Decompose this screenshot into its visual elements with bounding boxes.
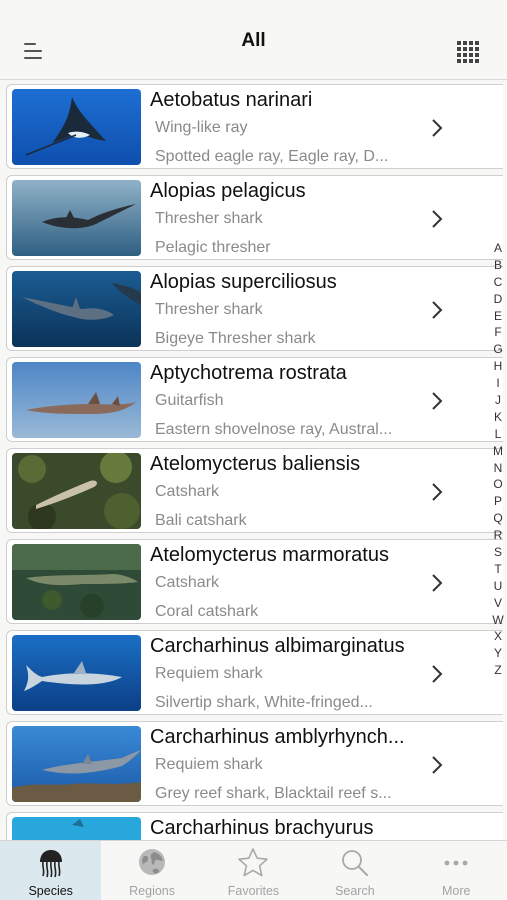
index-letter[interactable]: K [494, 409, 502, 426]
more-dots-icon [444, 860, 468, 866]
bronze-whaler-photo [12, 817, 141, 840]
tab-species[interactable]: Species [0, 841, 102, 900]
common-names: Bali catshark [155, 512, 247, 529]
family-name: Catshark [155, 574, 220, 591]
index-letter[interactable]: R [494, 527, 503, 544]
scientific-name: Carcharhinus brachyurus [150, 817, 374, 839]
common-names: Silvertip shark, White-fringed... [155, 694, 373, 711]
species-row[interactable]: Atelomycterus marmoratus Catshark Coral … [6, 539, 503, 624]
chevron-right-icon [432, 756, 443, 774]
family-name: Catshark [155, 483, 220, 500]
index-letter[interactable]: U [494, 578, 503, 595]
index-letter[interactable]: H [494, 358, 503, 375]
scientific-name: Aptychotrema rostrata [150, 362, 347, 384]
index-letter[interactable]: X [494, 628, 502, 645]
index-letter[interactable]: A [494, 240, 502, 257]
family-name: Guitarfish [155, 392, 224, 409]
chevron-right-icon [432, 210, 443, 228]
index-letter[interactable]: Z [494, 662, 501, 679]
tab-favorites[interactable]: Favorites [203, 841, 304, 900]
tab-more[interactable]: More [406, 841, 507, 900]
bali-catshark-photo [12, 453, 141, 529]
common-names: Grey reef shark, Blacktail reef s... [155, 785, 392, 802]
globe-icon [139, 849, 166, 875]
pelagic-thresher-photo [12, 180, 141, 256]
bigeye-thresher-photo [12, 271, 141, 347]
index-letter[interactable]: O [493, 476, 502, 493]
page-title: All [241, 30, 266, 51]
grid-view-icon[interactable] [457, 41, 481, 65]
index-letter[interactable]: V [494, 595, 502, 612]
nav-header: All [0, 0, 507, 80]
chevron-right-icon [432, 119, 443, 137]
scientific-name: Atelomycterus marmoratus [150, 544, 389, 566]
family-name: Thresher shark [155, 301, 263, 318]
species-row[interactable]: Alopias pelagicus Thresher shark Pelagic… [6, 175, 503, 260]
chevron-right-icon [432, 483, 443, 501]
alphabet-index[interactable]: A B C D E F G H I J K L M N O P Q R S T … [490, 240, 506, 679]
chevron-right-icon [432, 392, 443, 410]
grey-reef-shark-photo [12, 726, 141, 802]
tab-regions[interactable]: Regions [101, 841, 202, 900]
index-letter[interactable]: W [492, 612, 503, 629]
scientific-name: Alopias superciliosus [150, 271, 337, 293]
scientific-name: Carcharhinus amblyrhynch... [150, 726, 405, 748]
star-icon [238, 848, 269, 877]
search-icon [341, 850, 368, 876]
index-letter[interactable]: B [494, 257, 502, 274]
family-name: Requiem shark [155, 665, 263, 682]
family-name: Requiem shark [155, 756, 263, 773]
tab-label: Regions [129, 884, 176, 898]
tab-label: Favorites [227, 884, 280, 898]
family-name: Wing-like ray [155, 119, 248, 136]
species-row[interactable]: Carcharhinus albimarginatus Requiem shar… [6, 630, 503, 715]
scientific-name: Atelomycterus baliensis [150, 453, 361, 475]
eagle-ray-photo [12, 89, 141, 165]
chevron-right-icon [432, 301, 443, 319]
index-letter[interactable]: I [496, 375, 499, 392]
index-letter[interactable]: S [494, 544, 502, 561]
tab-search[interactable]: Search [304, 841, 405, 900]
index-letter[interactable]: J [495, 392, 501, 409]
index-letter[interactable]: Q [493, 510, 502, 527]
coral-catshark-photo [12, 544, 141, 620]
common-names: Bigeye Thresher shark [155, 330, 316, 347]
index-letter[interactable]: C [494, 274, 503, 291]
chevron-right-icon [432, 574, 443, 592]
jellyfish-icon [39, 850, 62, 878]
species-row[interactable]: Alopias superciliosus Thresher shark Big… [6, 266, 503, 351]
silvertip-shark-photo [12, 635, 141, 711]
common-names: Pelagic thresher [155, 239, 271, 256]
index-letter[interactable]: L [495, 426, 502, 443]
scientific-name: Alopias pelagicus [150, 180, 306, 202]
chevron-right-icon [432, 665, 443, 683]
species-row[interactable]: Aptychotrema rostrata Guitarfish Eastern… [6, 357, 503, 442]
common-names: Spotted eagle ray, Eagle ray, D... [155, 148, 389, 165]
index-letter[interactable]: M [493, 443, 503, 460]
index-letter[interactable]: P [494, 493, 502, 510]
common-names: Coral catshark [155, 603, 259, 620]
species-row[interactable]: Atelomycterus baliensis Catshark Bali ca… [6, 448, 503, 533]
tab-label: Search [335, 884, 375, 898]
species-row[interactable]: Carcharhinus brachyurus [6, 812, 503, 840]
index-letter[interactable]: G [493, 341, 502, 358]
tab-label: More [442, 884, 471, 898]
common-names: Eastern shovelnose ray, Austral... [155, 421, 393, 438]
guitarfish-photo [12, 362, 141, 438]
index-letter[interactable]: F [494, 324, 501, 341]
index-letter[interactable]: T [494, 561, 501, 578]
index-letter[interactable]: E [494, 308, 502, 325]
species-row[interactable]: Aetobatus narinari Wing-like ray Spotted… [6, 84, 503, 169]
scientific-name: Aetobatus narinari [150, 89, 313, 111]
index-letter[interactable]: Y [494, 645, 502, 662]
species-list[interactable]: Aetobatus narinari Wing-like ray Spotted… [0, 82, 507, 840]
scientific-name: Carcharhinus albimarginatus [150, 635, 405, 657]
index-letter[interactable]: D [494, 291, 503, 308]
family-name: Thresher shark [155, 210, 263, 227]
tab-bar: Species Regions Favorites Search More [0, 840, 507, 900]
tab-label: Species [28, 884, 73, 898]
species-row[interactable]: Carcharhinus amblyrhynch... Requiem shar… [6, 721, 503, 806]
index-letter[interactable]: N [494, 460, 503, 477]
app-screen: All Aetobatus narinari Wing-like ray Spo… [0, 0, 507, 900]
